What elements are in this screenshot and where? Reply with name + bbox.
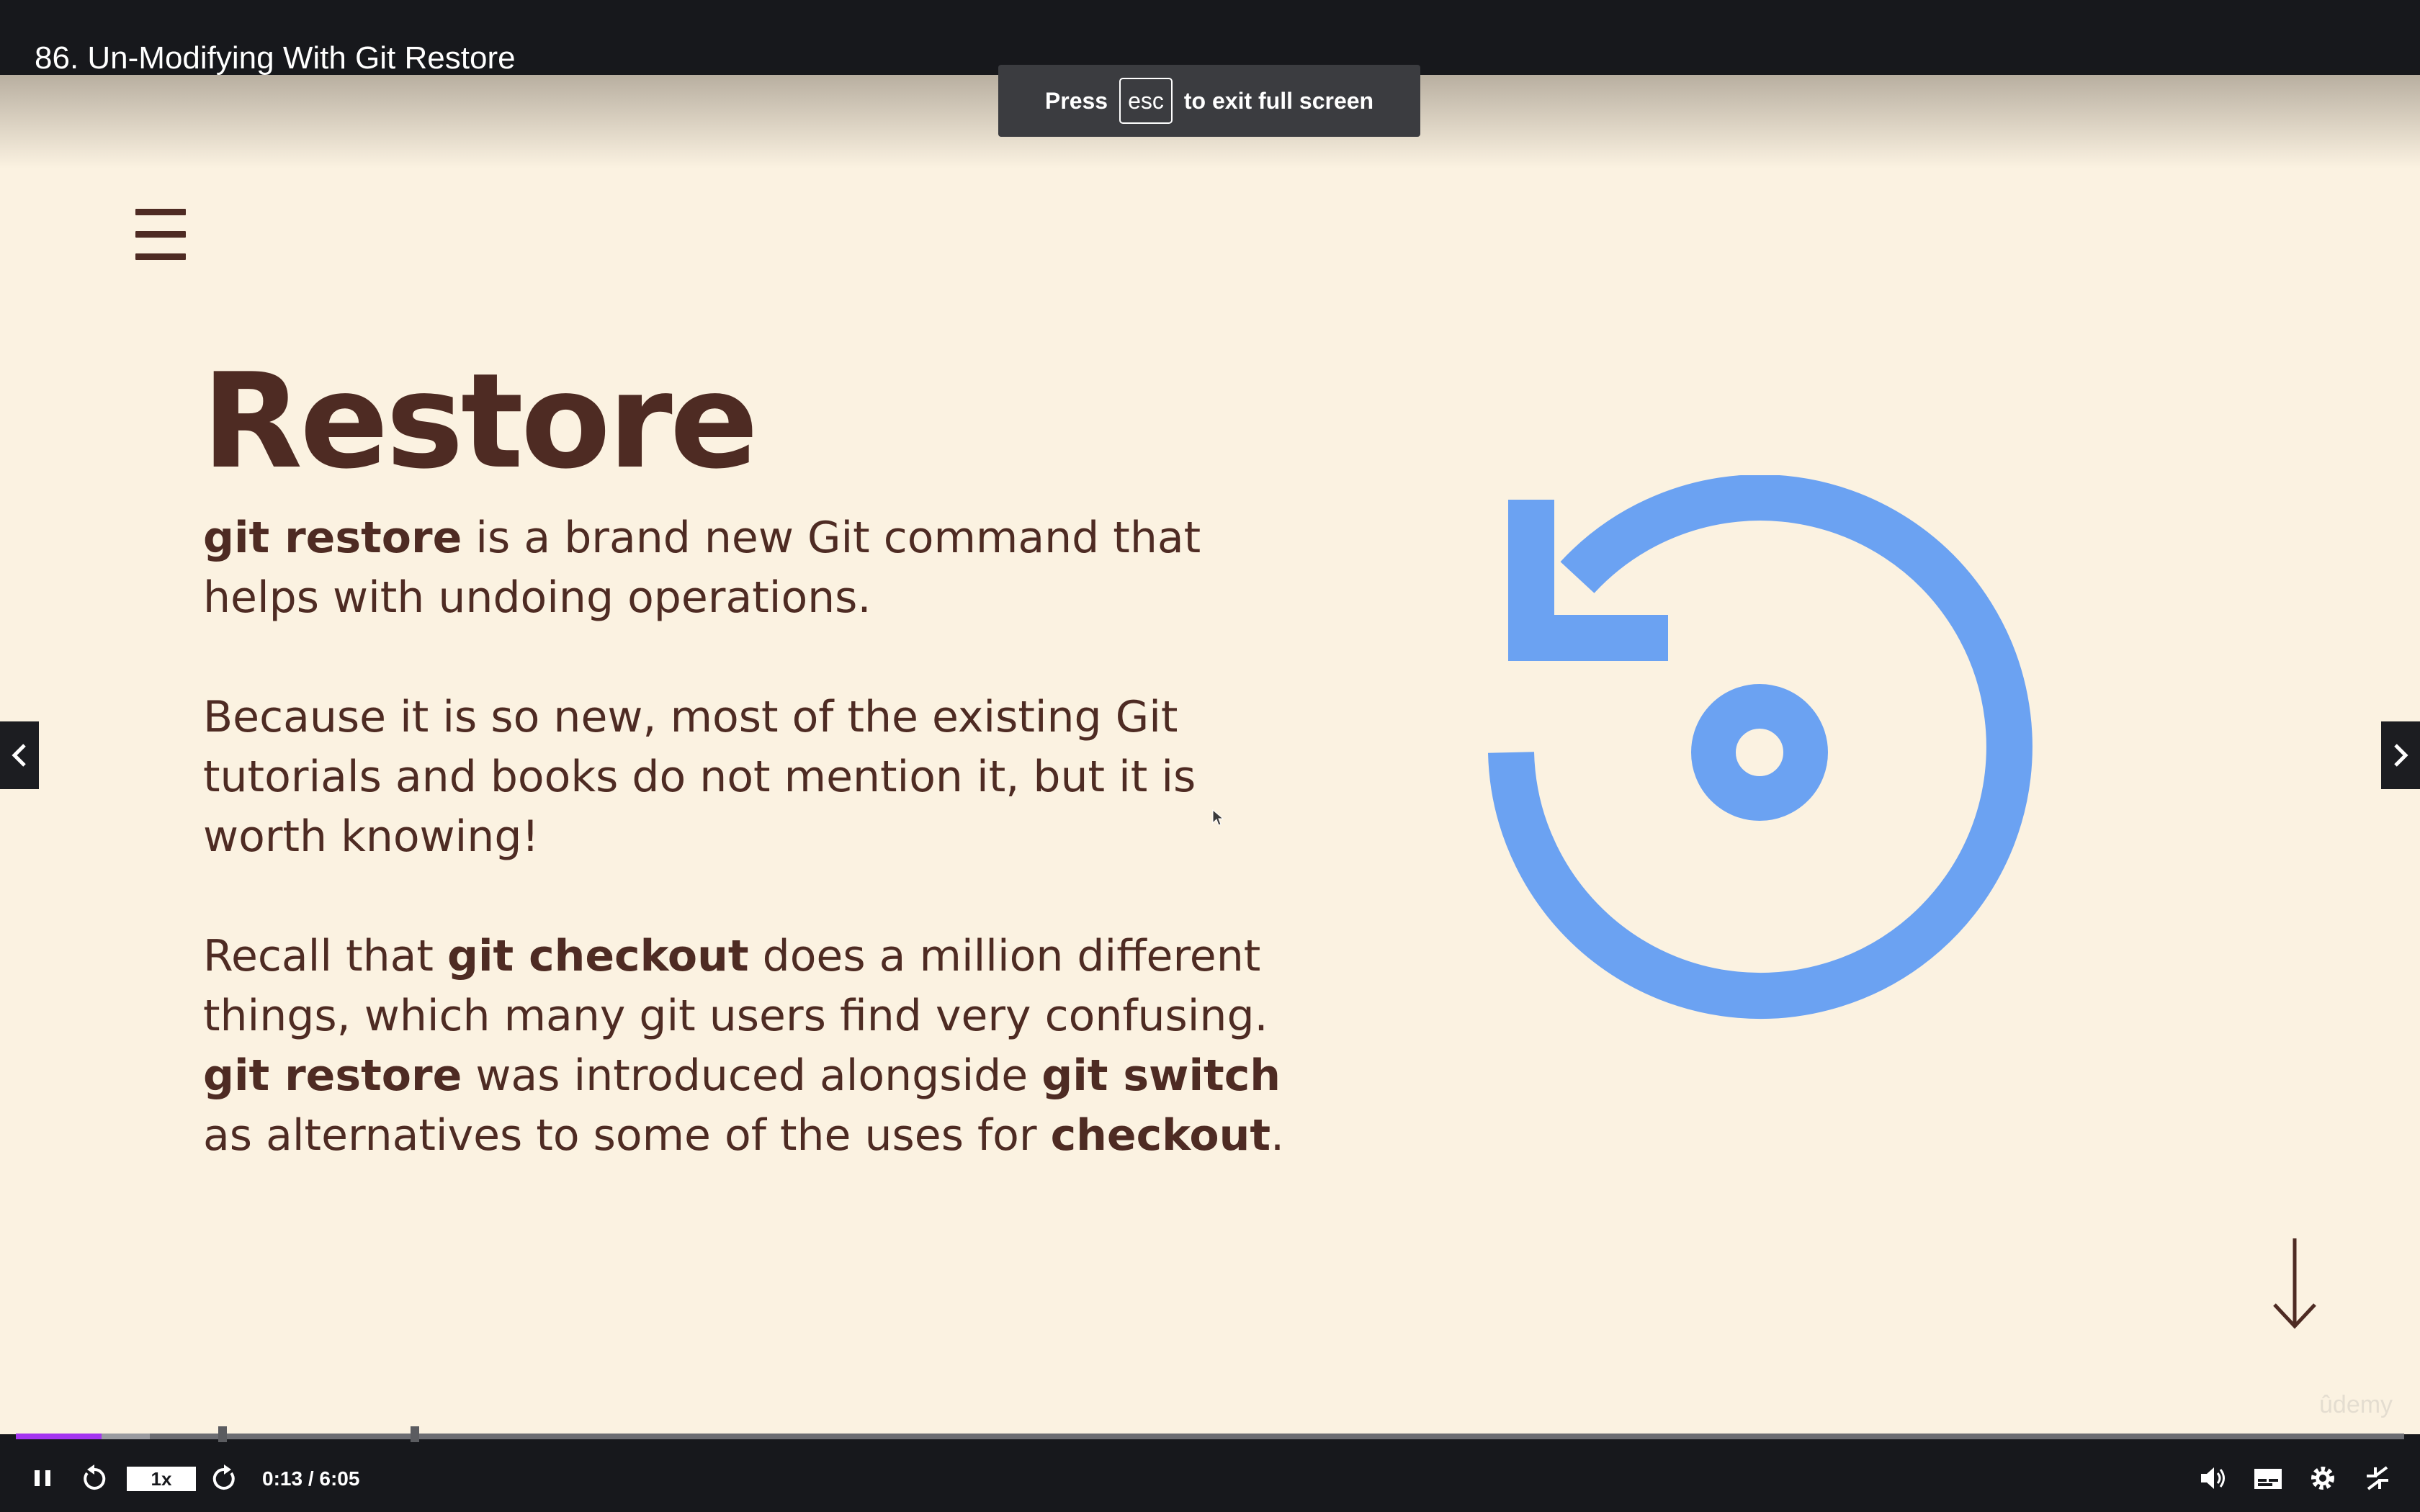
bold-term: git restore bbox=[203, 1050, 462, 1101]
fullscreen-toast: Press esc to exit full screen bbox=[998, 65, 1420, 137]
paragraph-text: Because it is so new, most of the existi… bbox=[203, 692, 1196, 862]
lecture-title: 86. Un-Modifying With Git Restore bbox=[35, 40, 516, 76]
settings-icon[interactable] bbox=[2306, 1462, 2339, 1495]
slide-paragraph: Recall that git checkout does a million … bbox=[203, 927, 1327, 1166]
slide-paragraph: Because it is so new, most of the existi… bbox=[203, 688, 1327, 867]
chapter-marker[interactable] bbox=[218, 1426, 228, 1442]
volume-icon[interactable] bbox=[2197, 1462, 2230, 1495]
paragraph-text: as alternatives to some of the uses for bbox=[203, 1110, 1051, 1161]
hamburger-menu-icon[interactable] bbox=[135, 209, 186, 261]
previous-slide-button[interactable] bbox=[0, 721, 39, 789]
bold-term: git checkout bbox=[447, 931, 749, 981]
restore-icon bbox=[1488, 475, 2033, 1020]
progress-buffered bbox=[102, 1434, 150, 1439]
toast-prefix: Press bbox=[1044, 87, 1108, 114]
paragraph-text: . bbox=[1270, 1110, 1285, 1161]
progress-played bbox=[16, 1434, 102, 1439]
playback-speed-button[interactable]: 1x bbox=[127, 1467, 196, 1491]
slide-paragraph: git restore is a brand new Git command t… bbox=[203, 508, 1327, 628]
exit-fullscreen-icon[interactable] bbox=[2361, 1462, 2394, 1495]
forward-icon[interactable] bbox=[207, 1462, 241, 1495]
udemy-watermark: ûdemy bbox=[2319, 1391, 2393, 1418]
pause-icon[interactable] bbox=[26, 1462, 59, 1495]
esc-key-label: esc bbox=[1119, 78, 1173, 124]
rewind-icon[interactable] bbox=[78, 1462, 111, 1495]
mouse-cursor-icon bbox=[1212, 809, 1224, 826]
paragraph-text: Recall that bbox=[203, 931, 447, 981]
bold-term: git switch bbox=[1041, 1050, 1281, 1101]
progress-bar[interactable] bbox=[16, 1426, 2404, 1442]
chevron-left-icon bbox=[12, 744, 26, 767]
next-slide-button[interactable] bbox=[2381, 721, 2420, 789]
slide-title: Restore bbox=[202, 345, 758, 498]
player-control-bar bbox=[0, 1434, 2420, 1512]
video-title-bar: 86. Un-Modifying With Git Restore bbox=[0, 0, 2420, 76]
bold-term: checkout bbox=[1050, 1110, 1271, 1161]
chapter-marker[interactable] bbox=[411, 1426, 420, 1442]
chevron-right-icon bbox=[2394, 744, 2408, 767]
captions-icon[interactable] bbox=[2251, 1462, 2285, 1495]
toast-suffix: to exit full screen bbox=[1183, 87, 1374, 114]
down-arrow-icon[interactable] bbox=[2270, 1237, 2319, 1331]
slide-body: git restore is a brand new Git command t… bbox=[203, 508, 1327, 1225]
time-display: 0:13 / 6:05 bbox=[262, 1467, 360, 1490]
paragraph-text: was introduced alongside bbox=[462, 1050, 1042, 1101]
bold-term: git restore bbox=[203, 513, 462, 563]
